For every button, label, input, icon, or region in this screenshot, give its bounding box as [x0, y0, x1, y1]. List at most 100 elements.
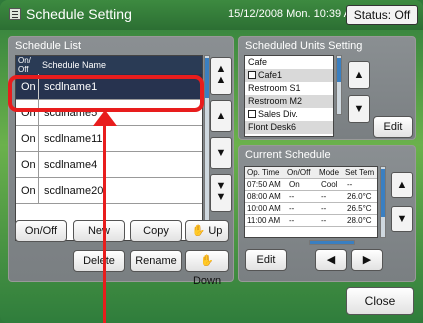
- new-button[interactable]: New: [73, 220, 125, 242]
- schedule-edit-button[interactable]: Edit: [245, 249, 287, 271]
- down-hand-icon: ✋: [200, 255, 214, 267]
- scrollbar-thumb[interactable]: [205, 58, 209, 98]
- unit-item[interactable]: Restroom S1: [245, 82, 333, 95]
- schedule-list-panel: Schedule List On/ Off Schedule Name On s…: [8, 36, 234, 287]
- move-down-button[interactable]: ✋ Down: [185, 250, 229, 287]
- double-up-arrow-icon: ▲ ▲: [215, 63, 227, 86]
- row-divider: [38, 152, 39, 177]
- schedule-setting-screen: Schedule Setting 15/12/2008 Mon. 10:39 A…: [0, 0, 423, 323]
- col-set-temp: Set Tem: [345, 168, 375, 177]
- selection-highlight-annotation: [8, 75, 204, 112]
- units-scroll-down-button[interactable]: ▼: [348, 95, 370, 123]
- unit-item[interactable]: Flont Desk6: [245, 121, 333, 134]
- cell-op-time: 08:00 AM: [247, 192, 281, 201]
- schedule-list-header: On/ Off Schedule Name: [16, 56, 202, 74]
- delete-button[interactable]: Delete: [73, 250, 125, 272]
- schedule-scroll-up-button[interactable]: ▲: [391, 172, 413, 198]
- down-arrow-icon: ▼: [353, 103, 365, 115]
- cell-mode: Cool: [321, 180, 338, 189]
- right-arrow-icon: ▶: [362, 254, 372, 266]
- unit-item-label: Cafe1: [258, 70, 283, 80]
- col-onoff: On/Off: [287, 168, 311, 177]
- table-row[interactable]: 08:00 AM -- -- 26.0°C: [245, 191, 377, 203]
- move-up-label: Up: [208, 225, 223, 237]
- unit-item[interactable]: Cafe: [245, 56, 333, 69]
- scroll-up-button[interactable]: ▲: [210, 100, 232, 132]
- close-button[interactable]: Close: [346, 287, 414, 315]
- cell-onoff: --: [289, 216, 295, 225]
- window-title: Schedule Setting: [26, 6, 132, 22]
- schedule-row[interactable]: On scdlname4: [16, 152, 202, 178]
- unit-item[interactable]: Restroom M2: [245, 95, 333, 108]
- scroll-left-button[interactable]: ◀: [315, 249, 347, 271]
- up-hand-icon: ✋: [191, 225, 206, 237]
- col-mode: Mode: [319, 168, 340, 177]
- cell-mode: --: [321, 216, 327, 225]
- up-arrow-icon: ▲: [396, 179, 408, 191]
- table-row[interactable]: 10:00 AM -- -- 26.5°C: [245, 203, 377, 215]
- cell-onoff: --: [289, 192, 295, 201]
- cell-set-temp: --: [347, 180, 353, 189]
- cell-onoff: On: [289, 180, 300, 189]
- move-up-button[interactable]: ✋ Up: [185, 220, 229, 242]
- cell-onoff: --: [289, 204, 295, 213]
- status-badge: Status: Off: [346, 5, 418, 25]
- unit-item[interactable]: Sales Div.: [245, 108, 333, 121]
- current-schedule-hscrollbar[interactable]: [309, 240, 355, 245]
- onoff-button[interactable]: On/Off: [15, 220, 67, 242]
- copy-button[interactable]: Copy: [130, 220, 182, 242]
- cell-mode: --: [321, 192, 327, 201]
- scheduled-units-panel: Scheduled Units Setting Cafe Cafe1 Restr…: [238, 36, 416, 140]
- down-arrow-icon: ▼: [215, 147, 227, 159]
- cell-set-temp: 26.5°C: [347, 204, 372, 213]
- current-schedule-vscrollbar[interactable]: [380, 166, 386, 238]
- row-state: On: [21, 133, 36, 145]
- table-row[interactable]: 11:00 AM -- -- 28.0°C: [245, 215, 377, 227]
- schedule-app-icon: [9, 8, 21, 20]
- units-list: Cafe Cafe1 Restroom S1 Restroom M2 Sales…: [244, 55, 334, 137]
- cell-set-temp: 28.0°C: [347, 216, 372, 225]
- units-scrollbar[interactable]: [336, 55, 342, 115]
- date-time: 15/12/2008 Mon. 10:39 AM: [228, 8, 361, 20]
- cell-op-time: 07:50 AM: [247, 180, 281, 189]
- annotation-arrow-shaft: [103, 124, 106, 323]
- table-row[interactable]: 07:50 AM On Cool --: [245, 179, 377, 191]
- schedule-scroll-down-button[interactable]: ▼: [391, 206, 413, 232]
- table-header-row: Op. Time On/Off Mode Set Tem: [245, 167, 377, 179]
- cell-op-time: 11:00 AM: [247, 216, 281, 225]
- row-divider: [38, 178, 39, 203]
- schedule-row[interactable]: On scdlname11: [16, 126, 202, 152]
- row-state: On: [21, 159, 36, 171]
- rename-button[interactable]: Rename: [130, 250, 182, 272]
- title-bar: Schedule Setting 15/12/2008 Mon. 10:39 A…: [0, 0, 423, 30]
- units-edit-button[interactable]: Edit: [373, 116, 413, 138]
- down-arrow-icon: ▼: [396, 213, 408, 225]
- scroll-bottom-button[interactable]: ▼ ▼: [210, 174, 232, 212]
- cell-mode: --: [321, 204, 327, 213]
- cell-op-time: 10:00 AM: [247, 204, 281, 213]
- cell-set-temp: 26.0°C: [347, 192, 372, 201]
- scrollbar-thumb[interactable]: [381, 169, 385, 217]
- col-op-time: Op. Time: [247, 168, 280, 177]
- row-state: On: [21, 185, 36, 197]
- scroll-top-button[interactable]: ▲ ▲: [210, 57, 232, 95]
- group-icon: [248, 71, 256, 79]
- scheduled-units-title: Scheduled Units Setting: [245, 40, 363, 52]
- schedule-row[interactable]: On scdlname20: [16, 178, 202, 204]
- double-down-arrow-icon: ▼ ▼: [215, 180, 227, 203]
- left-arrow-icon: ◀: [326, 254, 336, 266]
- current-schedule-panel: Current Schedule Op. Time On/Off Mode Se…: [238, 145, 416, 282]
- move-down-label: Down: [192, 275, 222, 287]
- row-name: scdlname20: [44, 185, 104, 197]
- scroll-down-button[interactable]: ▼: [210, 137, 232, 169]
- header-schedule-name: Schedule Name: [42, 60, 107, 70]
- units-scroll-up-button[interactable]: ▲: [348, 61, 370, 89]
- unit-item[interactable]: Cafe1: [245, 69, 333, 82]
- current-schedule-title: Current Schedule: [245, 149, 331, 161]
- scroll-right-button[interactable]: ▶: [351, 249, 383, 271]
- schedule-list-title: Schedule List: [15, 40, 82, 52]
- unit-item-label: Sales Div.: [258, 109, 298, 119]
- current-schedule-table: Op. Time On/Off Mode Set Tem 07:50 AM On…: [244, 166, 378, 238]
- row-name: scdlname11: [44, 133, 103, 145]
- scrollbar-thumb[interactable]: [337, 58, 341, 82]
